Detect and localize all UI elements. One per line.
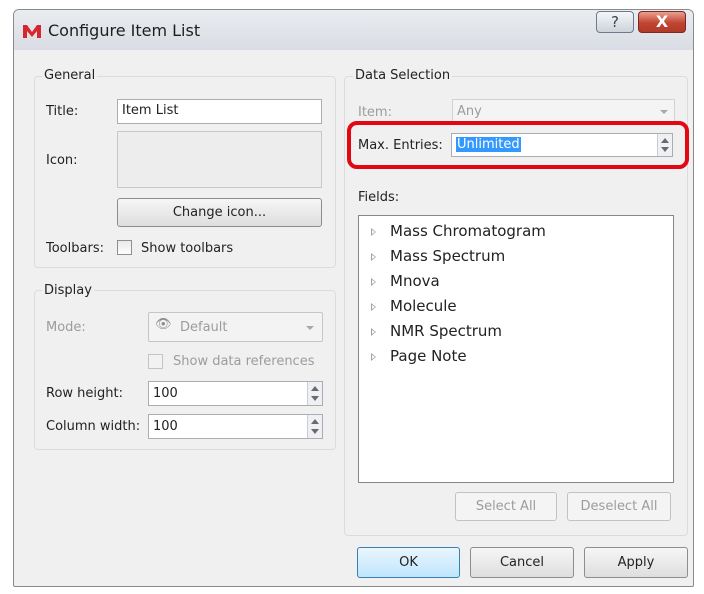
change-icon-button-label: Change icon... xyxy=(172,205,267,220)
chevron-down-icon xyxy=(306,326,314,330)
cancel-button-label: Cancel xyxy=(499,555,545,570)
tree-item-label: NMR Spectrum xyxy=(390,322,503,340)
ok-button-label: OK xyxy=(399,555,418,570)
column-width-value: 100 xyxy=(153,419,178,434)
close-icon: X xyxy=(655,12,669,31)
expand-arrow-icon[interactable] xyxy=(371,278,376,286)
spin-down-icon xyxy=(311,396,319,401)
spin-up-icon xyxy=(311,386,319,391)
expand-arrow-icon[interactable] xyxy=(371,353,376,361)
select-all-button[interactable]: Select All xyxy=(455,492,557,521)
ok-button[interactable]: OK xyxy=(357,547,460,578)
item-label: Item: xyxy=(358,105,392,120)
apply-button[interactable]: Apply xyxy=(584,547,688,578)
tree-item-mnova[interactable]: Mnova xyxy=(369,270,669,295)
help-button[interactable]: ? xyxy=(596,11,634,33)
show-data-references-checkbox[interactable] xyxy=(148,354,163,369)
fields-tree[interactable]: Mass Chromatogram Mass Spectrum Mnova Mo… xyxy=(358,215,674,483)
expand-arrow-icon[interactable] xyxy=(371,328,376,336)
apply-button-label: Apply xyxy=(617,555,655,570)
select-all-button-label: Select All xyxy=(475,499,537,514)
row-height-value: 100 xyxy=(153,386,178,401)
window-title: Configure Item List xyxy=(48,21,201,40)
title-input[interactable]: Item List xyxy=(117,99,322,124)
tree-item-molecule[interactable]: Molecule xyxy=(369,295,669,320)
spin-up-icon xyxy=(311,419,319,424)
expand-arrow-icon[interactable] xyxy=(371,303,376,311)
spin-down-icon xyxy=(661,147,669,152)
tree-item-label: Mnova xyxy=(390,272,440,290)
column-width-spin-buttons[interactable] xyxy=(307,415,322,438)
display-legend: Display xyxy=(42,283,94,298)
expand-arrow-icon[interactable] xyxy=(371,228,376,236)
max-entries-spin-buttons[interactable] xyxy=(657,134,672,156)
spin-down-icon xyxy=(311,429,319,434)
title-label: Title: xyxy=(46,104,79,119)
dialog-window: Configure Item List ? X General Title: I… xyxy=(13,9,694,587)
toolbars-label: Toolbars: xyxy=(46,241,104,256)
show-data-references-label: Show data references xyxy=(173,354,315,369)
tree-item-page-note[interactable]: Page Note xyxy=(369,345,669,370)
mnova-app-icon xyxy=(23,25,41,38)
max-entries-label: Max. Entries: xyxy=(358,138,443,153)
deselect-all-button[interactable]: Deselect All xyxy=(567,492,671,521)
change-icon-button[interactable]: Change icon... xyxy=(117,198,322,227)
icon-preview xyxy=(117,131,322,188)
title-bar: Configure Item List ? X xyxy=(14,10,693,50)
mode-dropdown-value: Default xyxy=(180,320,228,335)
mode-label: Mode: xyxy=(46,320,86,335)
row-height-spin-buttons[interactable] xyxy=(307,382,322,405)
max-entries-value: Unlimited xyxy=(456,137,521,152)
row-height-spinbox[interactable]: 100 xyxy=(148,381,323,406)
chevron-down-icon xyxy=(660,110,668,114)
column-width-spinbox[interactable]: 100 xyxy=(148,414,323,439)
close-button[interactable]: X xyxy=(638,11,686,33)
fields-label: Fields: xyxy=(358,190,400,205)
tree-item-label: Page Note xyxy=(390,347,467,365)
tree-item-label: Molecule xyxy=(390,297,457,315)
eye-icon: 👁 xyxy=(155,317,172,332)
help-icon: ? xyxy=(611,13,619,31)
show-toolbars-label: Show toolbars xyxy=(141,241,234,256)
tree-item-nmr-spectrum[interactable]: NMR Spectrum xyxy=(369,320,669,345)
title-input-value: Item List xyxy=(122,103,179,118)
expand-arrow-icon[interactable] xyxy=(371,253,376,261)
general-legend: General xyxy=(42,68,98,83)
cancel-button[interactable]: Cancel xyxy=(470,547,574,578)
tree-item-mass-spectrum[interactable]: Mass Spectrum xyxy=(369,245,669,270)
data-selection-legend: Data Selection xyxy=(353,68,453,83)
tree-item-mass-chromatogram[interactable]: Mass Chromatogram xyxy=(369,220,669,245)
item-dropdown-value: Any xyxy=(457,104,482,119)
mode-dropdown[interactable]: 👁 Default xyxy=(148,312,323,342)
row-height-label: Row height: xyxy=(46,386,123,401)
tree-item-label: Mass Chromatogram xyxy=(390,222,546,240)
max-entries-spinbox[interactable]: Unlimited xyxy=(451,133,673,157)
spin-up-icon xyxy=(661,138,669,143)
icon-label: Icon: xyxy=(46,153,78,168)
column-width-label: Column width: xyxy=(46,419,141,434)
show-toolbars-checkbox[interactable] xyxy=(117,240,132,255)
deselect-all-button-label: Deselect All xyxy=(580,499,658,514)
tree-item-label: Mass Spectrum xyxy=(390,247,506,265)
